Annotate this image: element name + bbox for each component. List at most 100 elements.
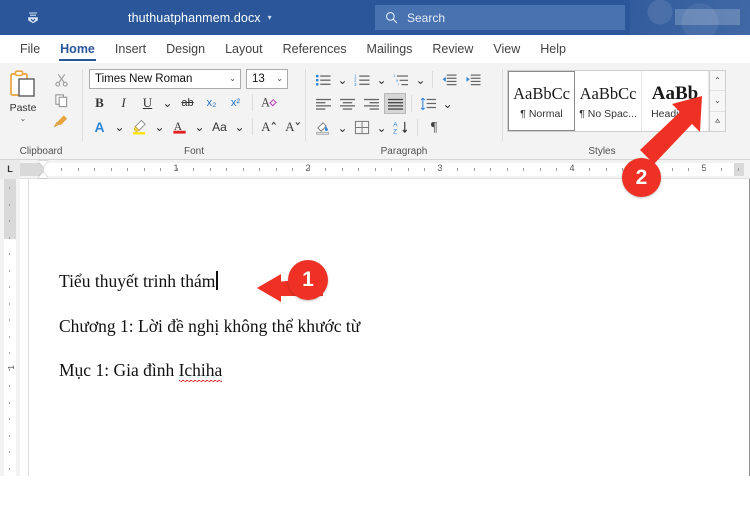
increase-indent-button[interactable] [462, 69, 484, 90]
numbering-button[interactable]: 1 2 3 [351, 69, 373, 90]
vertical-ruler-tick [9, 236, 10, 239]
bold-button[interactable]: B [89, 92, 110, 113]
font-color-button[interactable]: A [169, 116, 190, 137]
align-right-button[interactable] [360, 93, 382, 114]
chevron-down-icon[interactable]: ▾ [268, 13, 272, 22]
line-spacing-button[interactable] [417, 93, 439, 114]
divider [417, 119, 418, 136]
ruler-tick [259, 167, 260, 171]
ruler-tick [440, 167, 442, 171]
tab-help[interactable]: Help [530, 35, 576, 62]
tab-view[interactable]: View [483, 35, 530, 62]
search-input[interactable]: Search [407, 11, 445, 25]
multilevel-list-button[interactable]: 1 a i [390, 69, 412, 90]
ruler-tick [275, 167, 277, 171]
subscript-button[interactable]: x₂ [201, 92, 222, 113]
copy-button[interactable] [52, 91, 70, 109]
cut-button[interactable] [52, 70, 70, 88]
bullets-button[interactable] [312, 69, 334, 90]
chevron-down-icon[interactable]: ⌄ [193, 116, 206, 137]
font-name-combobox[interactable]: Times New Roman ⌄ [89, 69, 241, 89]
justify-button[interactable] [384, 93, 406, 114]
tab-insert[interactable]: Insert [105, 35, 156, 62]
ruler-tick [605, 167, 607, 171]
search-box[interactable]: Search [375, 5, 625, 30]
quick-access-toolbar[interactable] [0, 0, 65, 35]
tab-file[interactable]: File [10, 35, 50, 62]
document-line-2[interactable]: Chương 1: Lời đề nghị không thể khước từ [59, 317, 360, 336]
styles-more-button[interactable]: ⩟ [710, 111, 725, 131]
text-effects-button[interactable]: A [89, 116, 110, 137]
decrease-indent-button[interactable] [438, 69, 460, 90]
misspelled-word[interactable]: Ichiha [178, 360, 223, 382]
style-normal[interactable]: AaBbCc ¶ Normal [508, 71, 575, 131]
chevron-down-icon[interactable]: ⌄ [229, 75, 236, 83]
ribbon-group-font: Times New Roman ⌄ 13 ⌄ B I U ⌄ ab x₂ x² [83, 63, 305, 159]
italic-button[interactable]: I [113, 92, 134, 113]
chevron-down-icon[interactable]: ⌄ [233, 116, 246, 137]
strikethrough-button[interactable]: ab [177, 92, 198, 113]
shading-button[interactable] [312, 117, 334, 138]
ruler-tick [127, 167, 128, 171]
chevron-down-icon[interactable]: ⌄ [336, 69, 349, 90]
document-text-area[interactable]: Tiểu thuyết trinh thám Chương 1: Lời đề … [29, 179, 749, 407]
shrink-font-button[interactable]: A [283, 116, 304, 137]
hanging-indent-marker[interactable] [38, 171, 48, 178]
document-title-area[interactable]: thuthuatphanmem.docx ▾ [128, 11, 272, 25]
show-formatting-marks-button[interactable]: ¶ [423, 117, 445, 138]
clear-formatting-button[interactable]: A [259, 92, 280, 113]
font-size-value: 13 [252, 73, 265, 85]
tab-design[interactable]: Design [156, 35, 215, 62]
format-painter-button[interactable] [52, 112, 70, 130]
underline-button[interactable]: U [137, 92, 158, 113]
sort-button[interactable]: A Z [390, 117, 412, 138]
ruler-tick [473, 167, 475, 171]
document-page[interactable]: Tiểu thuyết trinh thám Chương 1: Lời đề … [28, 179, 750, 476]
align-left-button[interactable] [312, 93, 334, 114]
window-controls-area[interactable] [675, 9, 740, 25]
chevron-down-icon[interactable]: ⌄ [375, 69, 388, 90]
tab-home[interactable]: Home [50, 35, 105, 62]
customize-quick-access-icon[interactable] [22, 8, 44, 28]
styles-scroll-controls[interactable]: ⌃ ⌄ ⩟ [709, 71, 725, 131]
chevron-down-icon[interactable]: ⌄ [276, 75, 283, 83]
chevron-down-icon[interactable]: ⌄ [20, 115, 27, 123]
chevron-down-icon[interactable]: ⌄ [441, 93, 454, 114]
chevron-down-icon[interactable]: ⌄ [375, 117, 388, 138]
chevron-down-icon[interactable]: ⌄ [414, 69, 427, 90]
font-size-combobox[interactable]: 13 ⌄ [246, 69, 288, 89]
chevron-down-icon[interactable]: ⌄ [153, 116, 166, 137]
grow-font-button[interactable]: A [259, 116, 280, 137]
ruler-right-margin [734, 162, 744, 176]
chevron-down-icon[interactable]: ⌄ [113, 116, 126, 137]
document-line-1[interactable]: Tiểu thuyết trinh thám [59, 271, 218, 291]
group-label-font: Font [183, 146, 204, 157]
change-case-button[interactable]: Aa [209, 116, 230, 137]
chevron-down-icon[interactable]: ⌄ [161, 92, 174, 113]
text-highlight-button[interactable] [129, 116, 150, 137]
borders-button[interactable] [351, 117, 373, 138]
styles-scroll-down-button[interactable]: ⌄ [710, 91, 725, 112]
align-center-button[interactable] [336, 93, 358, 114]
ruler-tick [539, 167, 541, 171]
ruler-tick [176, 167, 178, 171]
styles-scroll-up-button[interactable]: ⌃ [710, 71, 725, 92]
tab-references[interactable]: References [273, 35, 357, 62]
tab-mailings[interactable]: Mailings [357, 35, 423, 62]
svg-text:A: A [393, 122, 398, 129]
first-line-indent-marker[interactable] [38, 160, 48, 167]
divider [411, 95, 412, 112]
paste-button[interactable]: Paste ⌄ [0, 67, 46, 123]
tab-review[interactable]: Review [422, 35, 483, 62]
paste-icon [8, 69, 38, 101]
superscript-button[interactable]: x² [225, 92, 246, 113]
chevron-down-icon[interactable]: ⌄ [336, 117, 349, 138]
vertical-ruler[interactable]: 1 [0, 179, 20, 476]
divider [432, 71, 433, 88]
tab-layout[interactable]: Layout [215, 35, 273, 62]
ruler-tick [523, 167, 524, 171]
document-line-3[interactable]: Mục 1: Gia đình Ichiha [59, 360, 223, 382]
document-title: thuthuatphanmem.docx [128, 10, 261, 25]
tab-stop-selector[interactable]: L [0, 159, 20, 179]
style-label: ¶ No Spac... [579, 107, 637, 120]
